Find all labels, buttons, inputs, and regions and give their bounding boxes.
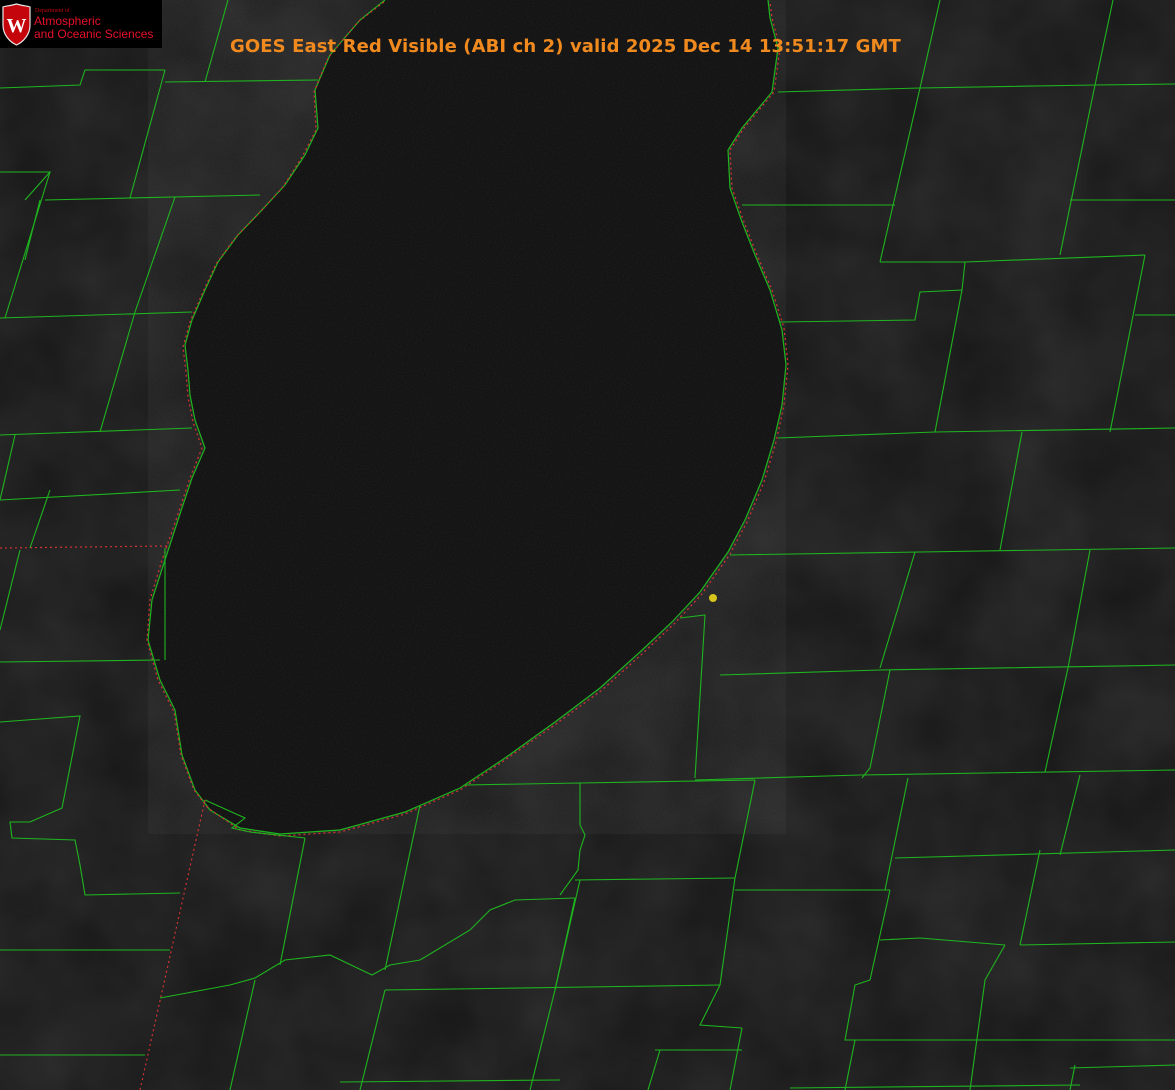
logo-oceanic-text: and Oceanic Sciences (34, 27, 154, 41)
uw-aos-logo: W Department of Atmospheric and Oceanic … (0, 0, 162, 48)
location-marker (709, 594, 717, 602)
uw-crest-icon: W (2, 3, 31, 46)
map-canvas (0, 0, 1175, 1090)
image-title: GOES East Red Visible (ABI ch 2) valid 2… (230, 36, 901, 57)
svg-text:W: W (7, 15, 27, 37)
satellite-image: W Department of Atmospheric and Oceanic … (0, 0, 1175, 1090)
